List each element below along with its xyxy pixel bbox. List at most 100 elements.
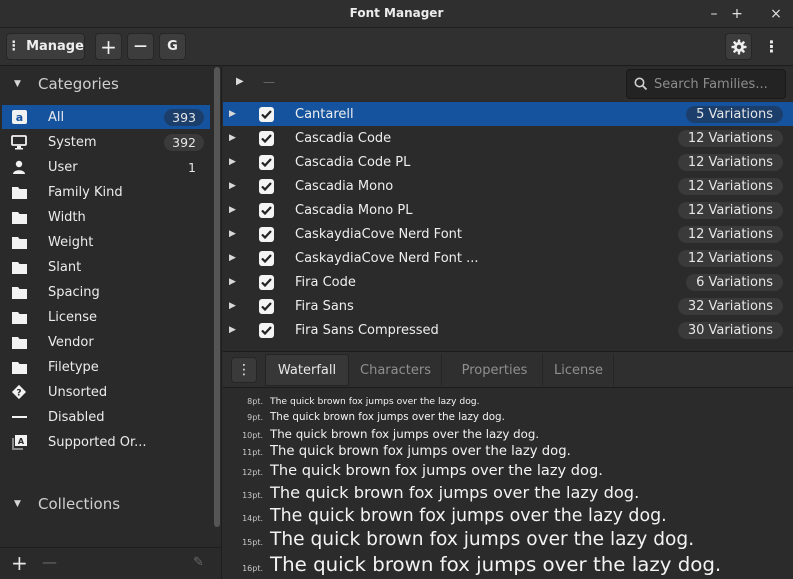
expand-arrow-icon[interactable]: ▶	[229, 325, 237, 335]
family-row[interactable]: ▶ Cascadia Code PL 12 Variations	[223, 150, 793, 174]
expand-arrow-icon[interactable]: ▶	[229, 253, 237, 263]
tab-properties[interactable]: Properties	[447, 354, 543, 386]
close-button[interactable]: ×	[766, 4, 786, 24]
family-row[interactable]: ▶ Fira Sans Compressed 30 Variations	[223, 318, 793, 342]
expand-arrow-icon[interactable]: ▶	[229, 277, 237, 287]
settings-button[interactable]	[725, 33, 752, 60]
expand-arrow-icon[interactable]: ▶	[229, 181, 237, 191]
waterfall-row: 8pt. The quick brown fox jumps over the l…	[223, 396, 793, 407]
sidebar-item-family-kind[interactable]: Family Kind	[2, 180, 210, 204]
sidebar-item-filetype[interactable]: Filetype	[2, 355, 210, 379]
collections-header[interactable]: ▼ Collections	[0, 489, 212, 519]
expand-arrow-icon[interactable]: ▶	[229, 157, 237, 167]
categories-header[interactable]: ▼ Categories	[0, 69, 212, 99]
family-name: Fira Sans Compressed	[295, 322, 439, 338]
tab-waterfall[interactable]: Waterfall	[265, 354, 349, 386]
waterfall-row: 16pt. The quick brown fox jumps over the …	[223, 553, 793, 576]
family-row[interactable]: ▶ Cantarell 5 Variations	[223, 102, 793, 126]
size-label: 10pt.	[242, 431, 263, 440]
expand-arrow-icon[interactable]: ▶	[229, 109, 237, 119]
family-enabled-checkbox[interactable]	[259, 226, 274, 242]
sidebar-item-all[interactable]: a All 393	[2, 105, 210, 129]
count-badge: 1	[188, 159, 196, 175]
sidebar-item-spacing[interactable]: Spacing	[2, 280, 210, 304]
sidebar: ▼ Categories a All 393 System 392 User 1 Family…	[0, 67, 222, 579]
waterfall-row: 11pt. The quick brown fox jumps over the …	[223, 444, 793, 459]
google-fonts-button[interactable]: G	[159, 33, 186, 60]
google-icon: G	[167, 39, 178, 54]
expand-arrow-icon[interactable]: ▶	[229, 205, 237, 215]
variations-badge: 12 Variations	[677, 225, 783, 243]
family-enabled-checkbox[interactable]	[259, 322, 274, 338]
expand-arrow-icon[interactable]: ▶	[229, 301, 237, 311]
count-badge: 393	[164, 108, 204, 126]
sidebar-item-user[interactable]: User 1	[2, 155, 210, 179]
family-row[interactable]: ▶ Fira Code 6 Variations	[223, 270, 793, 294]
remove-button[interactable]: —	[127, 33, 154, 60]
sidebar-item-unsorted[interactable]: ? Unsorted	[2, 380, 210, 404]
add-button[interactable]: +	[95, 33, 122, 60]
expand-all-icon[interactable]: ▶	[236, 76, 244, 87]
family-enabled-checkbox[interactable]	[259, 130, 274, 146]
waterfall-row: 14pt. The quick brown fox jumps over the …	[223, 506, 793, 526]
sidebar-item-supported-or[interactable]: A Supported Or...	[2, 430, 210, 454]
sidebar-item-license[interactable]: License	[2, 305, 210, 329]
list-cutoff-row	[223, 345, 793, 350]
variations-badge: 12 Variations	[677, 201, 783, 219]
family-enabled-checkbox[interactable]	[259, 178, 274, 194]
gear-icon	[731, 39, 746, 54]
family-enabled-checkbox[interactable]	[259, 250, 274, 266]
size-label: 16pt.	[242, 564, 263, 573]
family-row[interactable]: ▶ Cascadia Mono 12 Variations	[223, 174, 793, 198]
family-name: Cascadia Code PL	[295, 154, 411, 170]
family-enabled-checkbox[interactable]	[259, 106, 274, 122]
collapse-all-icon[interactable]: —	[263, 75, 275, 89]
minimize-button[interactable]: –	[704, 4, 724, 24]
family-name: Fira Code	[295, 274, 356, 290]
family-row[interactable]: ▶ Fira Sans 32 Variations	[223, 294, 793, 318]
family-enabled-checkbox[interactable]	[259, 274, 274, 290]
preview-menu-button[interactable]: ⋮	[231, 357, 257, 383]
sidebar-item-label: Supported Or...	[48, 434, 147, 450]
tab-characters[interactable]: Characters	[350, 354, 442, 386]
variations-badge: 12 Variations	[677, 177, 783, 195]
sidebar-item-disabled[interactable]: Disabled	[2, 405, 210, 429]
main-menu-button[interactable]: ⋮	[758, 33, 785, 60]
sample-text: The quick brown fox jumps over the lazy …	[270, 529, 695, 550]
edit-collection-pencil-icon[interactable]: ✎	[193, 555, 204, 570]
family-name: Cascadia Mono	[295, 178, 394, 194]
family-enabled-checkbox[interactable]	[259, 298, 274, 314]
close-icon: ×	[770, 6, 782, 22]
sidebar-item-weight[interactable]: Weight	[2, 230, 210, 254]
variations-badge: 32 Variations	[677, 297, 783, 315]
collapse-arrow-icon: ▼	[14, 79, 21, 89]
expand-arrow-icon[interactable]: ▶	[229, 133, 237, 143]
family-row[interactable]: ▶ CaskaydiaCove Nerd Font ... 12 Variation…	[223, 246, 793, 270]
tab-license[interactable]: License	[544, 354, 614, 386]
family-enabled-checkbox[interactable]	[259, 202, 274, 218]
family-name: Cascadia Code	[295, 130, 392, 146]
manage-button[interactable]: ⋮ Manage	[6, 33, 85, 60]
font-a-icon: a	[11, 109, 27, 125]
family-row[interactable]: ▶ Cascadia Code 12 Variations	[223, 126, 793, 150]
sidebar-item-slant[interactable]: Slant	[2, 255, 210, 279]
search-families-input[interactable]: Search Families...	[626, 69, 786, 99]
sidebar-item-width[interactable]: Width	[2, 205, 210, 229]
sidebar-item-vendor[interactable]: Vendor	[2, 330, 210, 354]
sidebar-scrollbar[interactable]	[214, 67, 220, 527]
size-label: 14pt.	[242, 514, 263, 523]
family-row[interactable]: ▶ CaskaydiaCove Nerd Font 12 Variations	[223, 222, 793, 246]
folder-icon	[11, 309, 27, 325]
add-collection-button[interactable]: +	[11, 551, 28, 575]
family-row[interactable]: ▶ Cascadia Mono PL 12 Variations	[223, 198, 793, 222]
sidebar-item-system[interactable]: System 392	[2, 130, 210, 154]
variations-badge: 12 Variations	[677, 249, 783, 267]
sample-text: The quick brown fox jumps over the lazy …	[270, 483, 640, 502]
expand-arrow-icon[interactable]: ▶	[229, 229, 237, 239]
checkmark-icon	[261, 325, 272, 335]
family-enabled-checkbox[interactable]	[259, 154, 274, 170]
family-name: Fira Sans	[295, 298, 354, 314]
minimize-icon: –	[710, 6, 718, 22]
maximize-button[interactable]: +	[727, 4, 747, 24]
remove-collection-button[interactable]: —	[42, 553, 57, 571]
